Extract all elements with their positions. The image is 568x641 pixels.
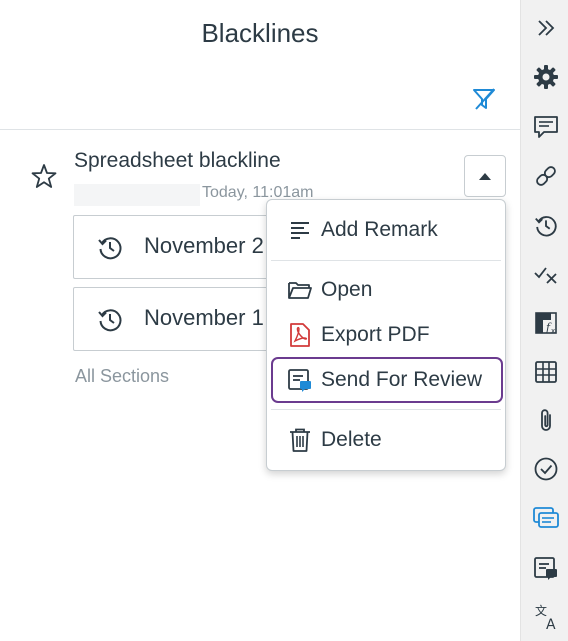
author-name-redacted bbox=[74, 184, 200, 206]
review-icon[interactable] bbox=[531, 553, 561, 583]
translate-icon[interactable]: 文 A bbox=[531, 602, 561, 632]
header-divider bbox=[0, 129, 520, 130]
menu-item-export-pdf[interactable]: Export PDF bbox=[287, 319, 430, 351]
settings-icon[interactable] bbox=[531, 62, 561, 92]
filter-icon bbox=[473, 88, 495, 110]
filter-button[interactable] bbox=[468, 84, 500, 114]
link-icon[interactable] bbox=[531, 161, 561, 191]
right-tool-rail: f x 文 A bbox=[520, 0, 568, 641]
svg-text:文: 文 bbox=[535, 603, 547, 618]
menu-divider bbox=[271, 260, 501, 261]
comment-icon[interactable] bbox=[531, 112, 561, 142]
collapse-icon[interactable] bbox=[531, 13, 561, 43]
menu-item-label: Send For Review bbox=[321, 368, 483, 391]
blacklines-panel: Blacklines Spreadsheet blackline Today, … bbox=[0, 0, 520, 641]
send-review-icon bbox=[288, 369, 311, 392]
menu-item-label: Delete bbox=[321, 428, 382, 451]
caret-up-icon bbox=[479, 173, 491, 180]
menu-divider bbox=[271, 409, 501, 410]
actions-menu-toggle[interactable] bbox=[464, 155, 506, 197]
trash-icon bbox=[290, 428, 310, 452]
attachment-icon[interactable] bbox=[531, 405, 561, 435]
all-sections-link[interactable]: All Sections bbox=[75, 366, 169, 387]
svg-text:x: x bbox=[551, 327, 555, 335]
blacklines-icon[interactable] bbox=[531, 503, 561, 533]
text-lines-icon bbox=[291, 222, 309, 239]
actions-dropdown-menu: Add Remark Open Export PDF Send For Revi… bbox=[266, 199, 506, 471]
history-icon bbox=[98, 237, 122, 260]
svg-text:A: A bbox=[546, 617, 556, 632]
folder-icon bbox=[288, 282, 312, 299]
menu-item-open[interactable]: Open bbox=[287, 274, 372, 306]
panel-title: Blacklines bbox=[201, 18, 319, 48]
version-label: November 2 bbox=[144, 233, 264, 258]
history-icon bbox=[98, 309, 122, 332]
menu-item-delete[interactable]: Delete bbox=[287, 424, 382, 456]
favorite-star-icon[interactable] bbox=[30, 162, 58, 190]
menu-item-label: Add Remark bbox=[321, 218, 438, 241]
menu-item-label: Export PDF bbox=[321, 323, 430, 346]
tickmark-icon[interactable] bbox=[531, 258, 561, 288]
table-icon[interactable] bbox=[531, 357, 561, 387]
blackline-title[interactable]: Spreadsheet blackline bbox=[74, 149, 281, 173]
pdf-icon bbox=[290, 323, 310, 347]
menu-item-send-for-review[interactable]: Send For Review bbox=[287, 364, 482, 396]
history-icon[interactable] bbox=[531, 211, 561, 241]
menu-item-label: Open bbox=[321, 278, 373, 301]
version-label: November 1 bbox=[144, 305, 264, 330]
menu-item-add-remark[interactable]: Add Remark bbox=[287, 214, 438, 246]
formula-icon[interactable]: f x bbox=[531, 308, 561, 338]
task-check-icon[interactable] bbox=[531, 454, 561, 484]
